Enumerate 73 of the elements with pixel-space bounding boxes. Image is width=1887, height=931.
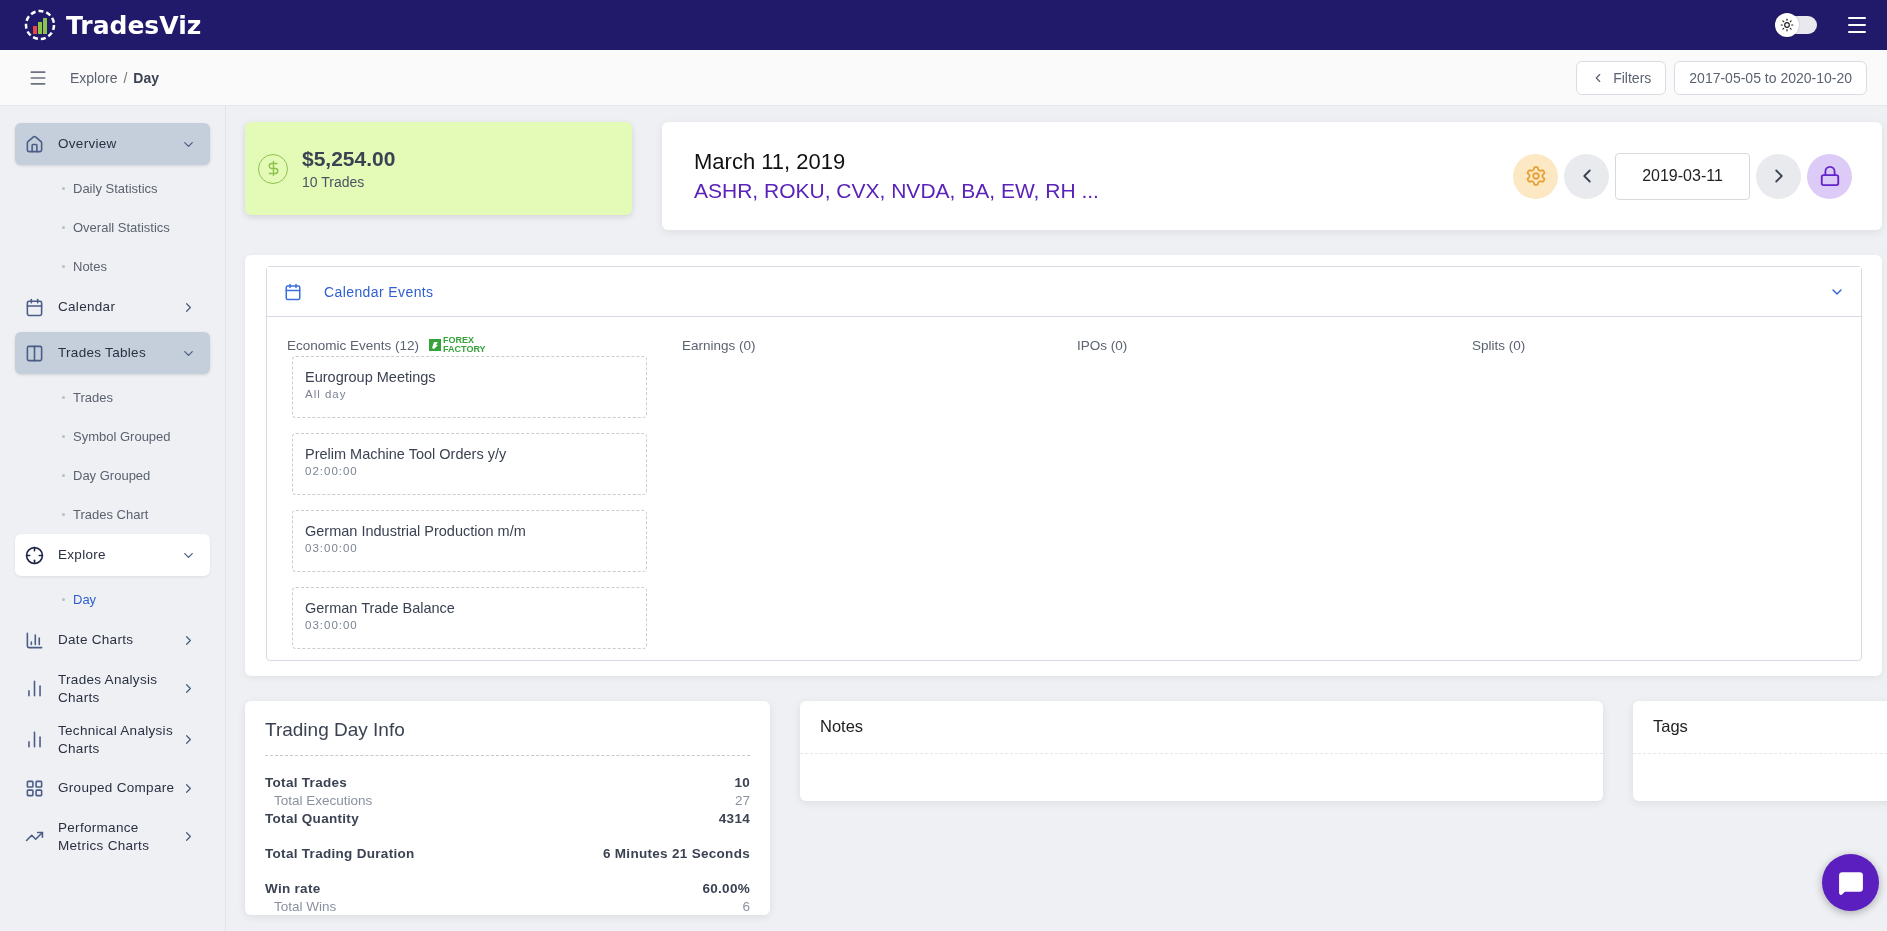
stat-label: Total Executions (274, 792, 373, 808)
event-time: 03:00:00 (305, 542, 359, 554)
calendar-icon (284, 282, 302, 301)
bar-chart-icon (25, 630, 44, 650)
sidebar-subitem[interactable]: Trades (15, 378, 210, 417)
crosshair-icon (25, 545, 44, 565)
trade-count: 10 Trades (302, 174, 366, 190)
date-range-button[interactable]: 2017-05-05 to 2020-10-20 (1674, 60, 1867, 95)
sidebar-item[interactable]: Overview (15, 123, 210, 165)
chat-bubble-icon (1837, 869, 1864, 896)
stat-label: Win rate (265, 880, 321, 896)
event-name: German Trade Balance (305, 600, 456, 616)
sidebar-item[interactable]: Technical Analysis Charts (15, 716, 210, 764)
date-field[interactable]: 2019-03-11 (1615, 152, 1750, 200)
chat-button[interactable] (1822, 854, 1879, 911)
sidebar-item[interactable]: Trades Tables (15, 332, 210, 374)
lock-button[interactable] (1807, 153, 1852, 199)
event-name: German Industrial Production m/m (305, 523, 527, 539)
stat-value: 10 (734, 774, 750, 790)
home-icon (25, 134, 44, 154)
column-heading: IPOs (0) (1077, 337, 1128, 353)
stat-value: 4314 (718, 810, 750, 826)
sidebar-subitem[interactable]: Overall Statistics (15, 208, 210, 247)
event-time: 02:00:00 (305, 465, 359, 477)
event-time: All day (305, 388, 348, 400)
breadcrumb-link[interactable]: Explore (70, 69, 118, 86)
card-title: Tags (1633, 701, 1887, 754)
sidebar-item[interactable]: Trades Analysis Charts (15, 665, 210, 713)
sidebar-item[interactable]: Grouped Compare (15, 767, 210, 810)
card-title: Notes (800, 701, 1603, 754)
breadcrumb-separator: / (123, 69, 128, 86)
event-time: 03:00:00 (305, 619, 359, 631)
sidebar-subitem[interactable]: Symbol Grouped (15, 417, 210, 456)
stat-value: 27 (734, 792, 750, 808)
event-name: Eurogroup Meetings (305, 369, 437, 385)
stat-value: 60.00% (702, 880, 750, 896)
columns-icon (25, 343, 44, 363)
card-title: Trading Day Info (265, 701, 750, 756)
sidebar-subitem[interactable]: Trades Chart (15, 495, 210, 534)
settings-icon (1524, 165, 1547, 187)
profit-amount: $5,254.00 (302, 147, 396, 171)
column-heading: Splits (0) (1472, 337, 1526, 353)
sidebar-item[interactable]: Explore (15, 534, 210, 576)
bar-chart-icon (25, 679, 44, 699)
sidebar-subitem[interactable]: Day (15, 580, 210, 619)
calendar-icon (25, 297, 44, 317)
sidebar-subitem[interactable]: Daily Statistics (15, 169, 210, 208)
stat-value: 6 Minutes 21 Seconds (602, 845, 750, 861)
bar-chart-icon (25, 730, 44, 750)
column-heading: Economic Events (12) (287, 337, 420, 353)
brand-name: TradesViz (66, 10, 202, 40)
event-name: Prelim Machine Tool Orders y/y (305, 446, 508, 462)
filters-button[interactable]: Filters (1576, 60, 1667, 95)
theme-toggle[interactable] (1777, 16, 1817, 34)
stat-label: Total Trades (265, 774, 348, 790)
breadcrumb-current: Day (133, 69, 160, 86)
stat-label: Total Wins (274, 898, 337, 914)
logo-icon (24, 9, 56, 41)
sidebar-item[interactable]: Performance Metrics Charts (15, 813, 210, 861)
column-heading: Earnings (0) (682, 337, 756, 353)
sun-icon (1780, 18, 1794, 32)
sidebar-subitem[interactable]: Day Grouped (15, 456, 210, 495)
stat-value: 6 (742, 898, 750, 914)
stat-label: Total Quantity (265, 810, 359, 826)
calendar-events-header[interactable]: Calendar Events (267, 267, 1861, 317)
day-date: March 11, 2019 (694, 149, 847, 175)
symbol-list: ASHR, ROKU, CVX, NVDA, BA, EW, RH ... (694, 179, 1099, 203)
sidebar-item[interactable]: Date Charts (15, 619, 210, 661)
lock-icon (1818, 165, 1841, 187)
sidebar-item[interactable]: Calendar (15, 286, 210, 328)
stat-label: Total Trading Duration (265, 845, 415, 861)
grid-icon (25, 778, 44, 798)
sidebar-subitem[interactable]: Notes (15, 247, 210, 286)
